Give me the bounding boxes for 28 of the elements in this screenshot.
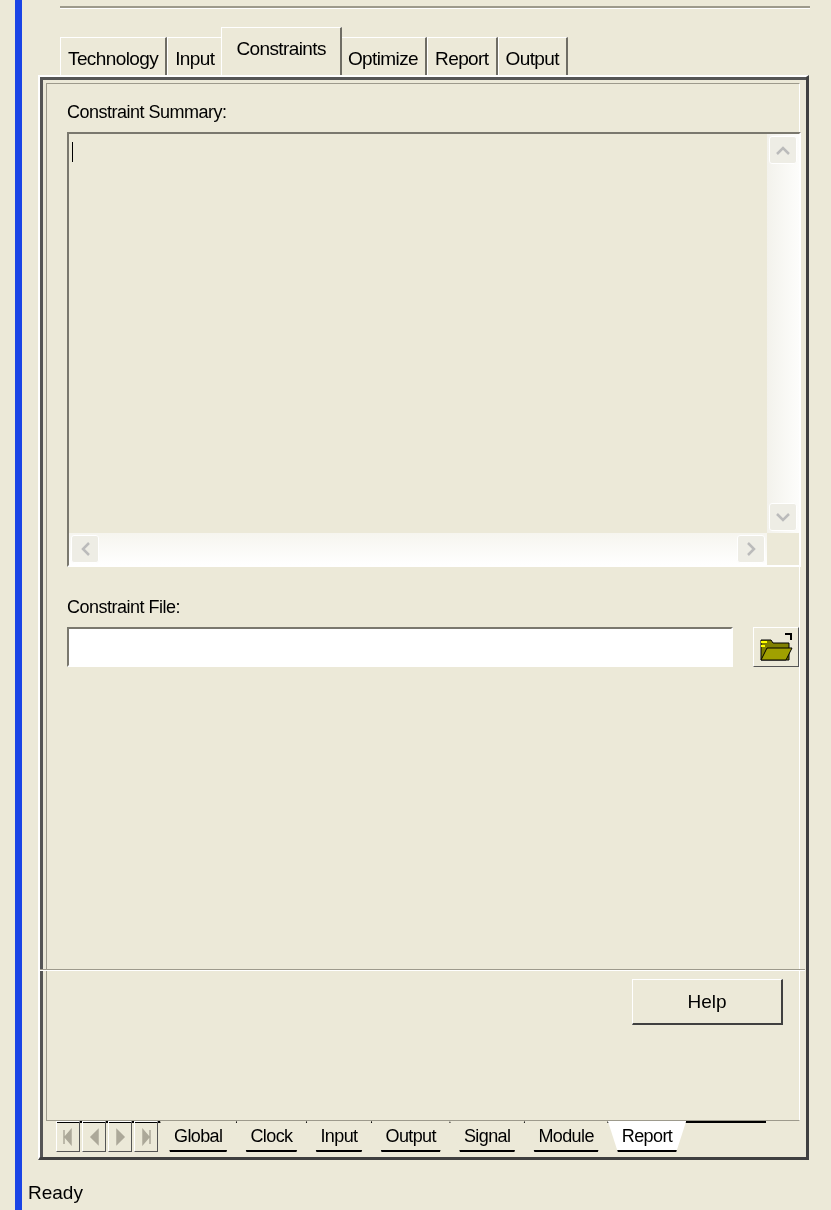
- next-sheet-button[interactable]: [108, 1121, 132, 1152]
- browse-button[interactable]: [753, 627, 799, 667]
- previous-sheet-button[interactable]: [82, 1121, 106, 1152]
- sheet-tab[interactable]: Input: [306, 1121, 372, 1152]
- tab[interactable]: Report: [427, 37, 498, 75]
- field-label: Constraint Summary:: [67, 102, 228, 124]
- tab[interactable]: Optimize: [339, 37, 428, 75]
- help-button[interactable]: Help: [632, 979, 783, 1025]
- sheet-tab[interactable]: Signal: [449, 1121, 525, 1152]
- last-arrow-icon: [140, 1127, 152, 1146]
- file-input-field[interactable]: [67, 627, 734, 667]
- sheet-tab[interactable]: Report: [607, 1121, 687, 1152]
- folder-icon: [759, 632, 794, 662]
- sheet-tab[interactable]: Clock: [236, 1121, 307, 1152]
- tab[interactable]: Output: [497, 37, 568, 75]
- tab[interactable]: Technology: [60, 37, 168, 75]
- previous-arrow-icon: [88, 1127, 100, 1146]
- next-arrow-icon: [114, 1127, 126, 1146]
- sheet-tab[interactable]: Global: [160, 1121, 237, 1152]
- first-sheet-button[interactable]: [56, 1121, 80, 1152]
- first-arrow-icon: [62, 1127, 74, 1146]
- field-label: Constraint File:: [67, 597, 182, 619]
- sheet-tab[interactable]: Output: [371, 1121, 450, 1152]
- status-text: Ready: [28, 1182, 83, 1204]
- tab[interactable]: Constraints: [221, 27, 342, 75]
- last-sheet-button[interactable]: [134, 1121, 158, 1152]
- tab[interactable]: Input: [167, 37, 224, 75]
- sheet-tab[interactable]: Module: [524, 1121, 608, 1152]
